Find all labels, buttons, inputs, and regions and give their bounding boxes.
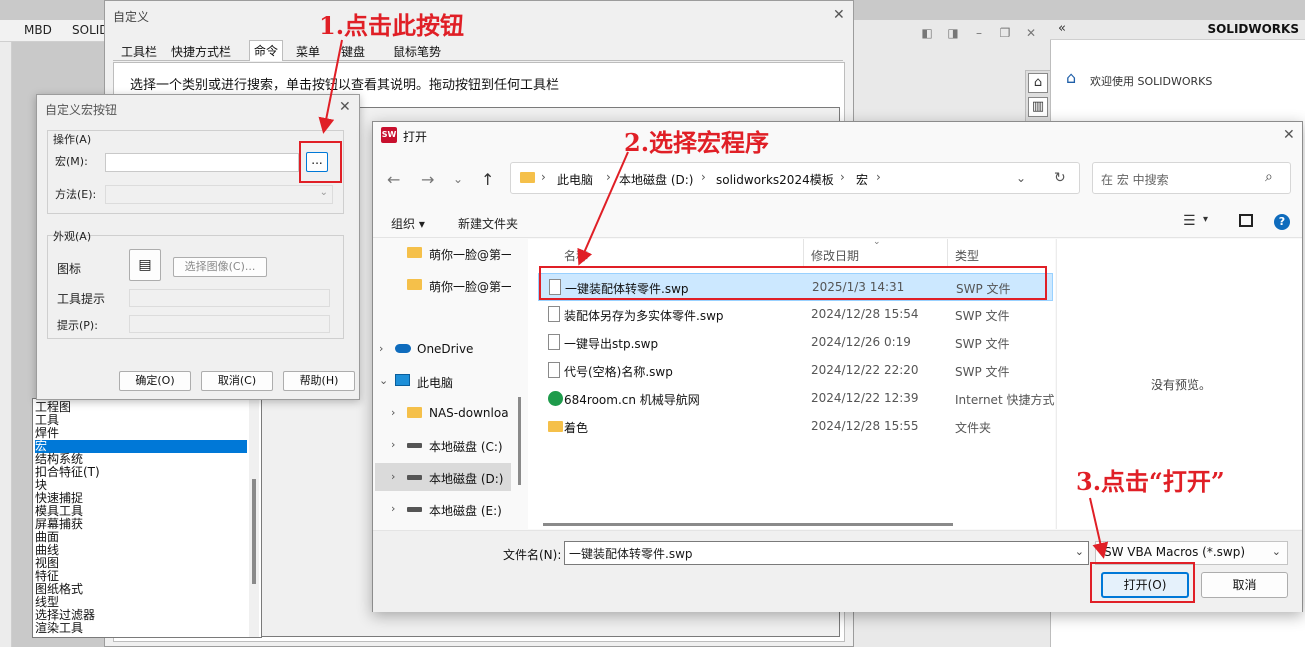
arrow-step2: [577, 151, 629, 266]
annotation-arrows: [318, 39, 1109, 559]
arrow-step1: [318, 39, 343, 134]
arrow-step3: [1089, 497, 1109, 559]
